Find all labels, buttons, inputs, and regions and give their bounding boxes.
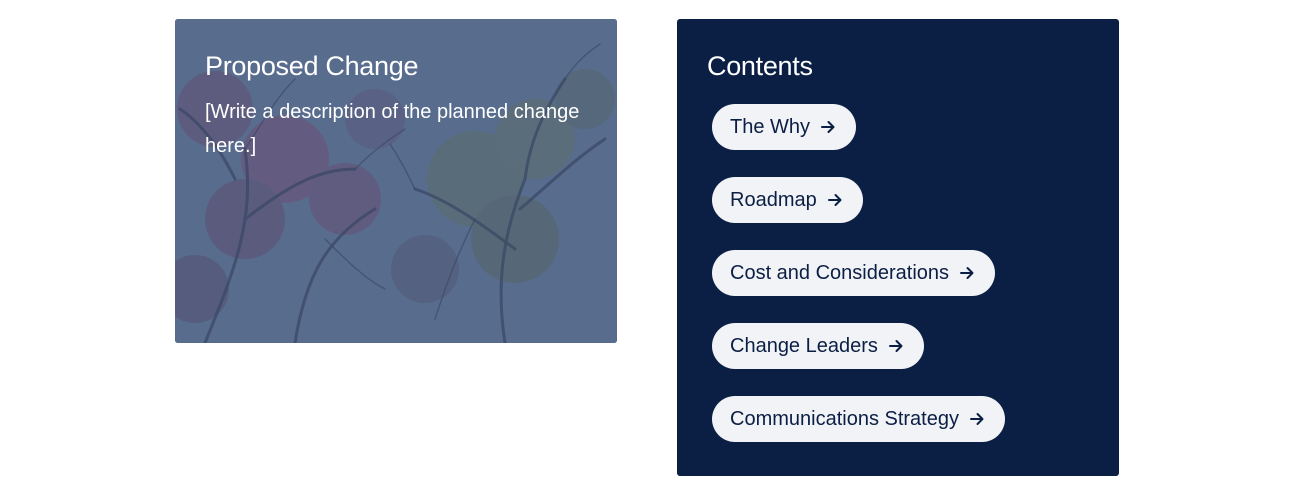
contents-list: The Why Roadmap Cost and Considerations … xyxy=(712,104,1005,469)
list-item: Change Leaders xyxy=(712,323,1005,369)
contents-link-communications-strategy[interactable]: Communications Strategy xyxy=(712,396,1005,442)
proposed-change-title: Proposed Change xyxy=(205,51,419,81)
arrow-right-icon xyxy=(960,267,974,279)
proposed-change-description[interactable]: [Write a description of the planned chan… xyxy=(205,95,587,163)
contents-link-label: Change Leaders xyxy=(730,334,878,357)
card-content: Proposed Change [Write a description of … xyxy=(175,19,617,163)
contents-panel: Contents The Why Roadmap Cost and Consid… xyxy=(677,19,1119,476)
list-item: Communications Strategy xyxy=(712,396,1005,442)
contents-link-change-leaders[interactable]: Change Leaders xyxy=(712,323,924,369)
contents-link-label: Roadmap xyxy=(730,188,817,211)
list-item: Cost and Considerations xyxy=(712,250,1005,296)
contents-link-label: Cost and Considerations xyxy=(730,261,950,284)
proposed-change-card: Proposed Change [Write a description of … xyxy=(175,19,617,343)
contents-link-roadmap[interactable]: Roadmap xyxy=(712,177,863,223)
list-item: The Why xyxy=(712,104,1005,150)
arrow-right-icon xyxy=(827,194,842,206)
contents-link-label: The Why xyxy=(730,115,811,138)
contents-title: Contents xyxy=(707,51,813,81)
arrow-right-icon xyxy=(969,413,984,425)
contents-link-cost-and-considerations[interactable]: Cost and Considerations xyxy=(712,250,996,296)
page: Proposed Change [Write a description of … xyxy=(0,0,1296,497)
list-item: Roadmap xyxy=(712,177,1005,223)
arrow-right-icon xyxy=(888,340,903,352)
contents-link-the-why[interactable]: The Why xyxy=(712,104,857,150)
contents-link-label: Communications Strategy xyxy=(730,407,959,430)
arrow-right-icon xyxy=(821,121,835,133)
